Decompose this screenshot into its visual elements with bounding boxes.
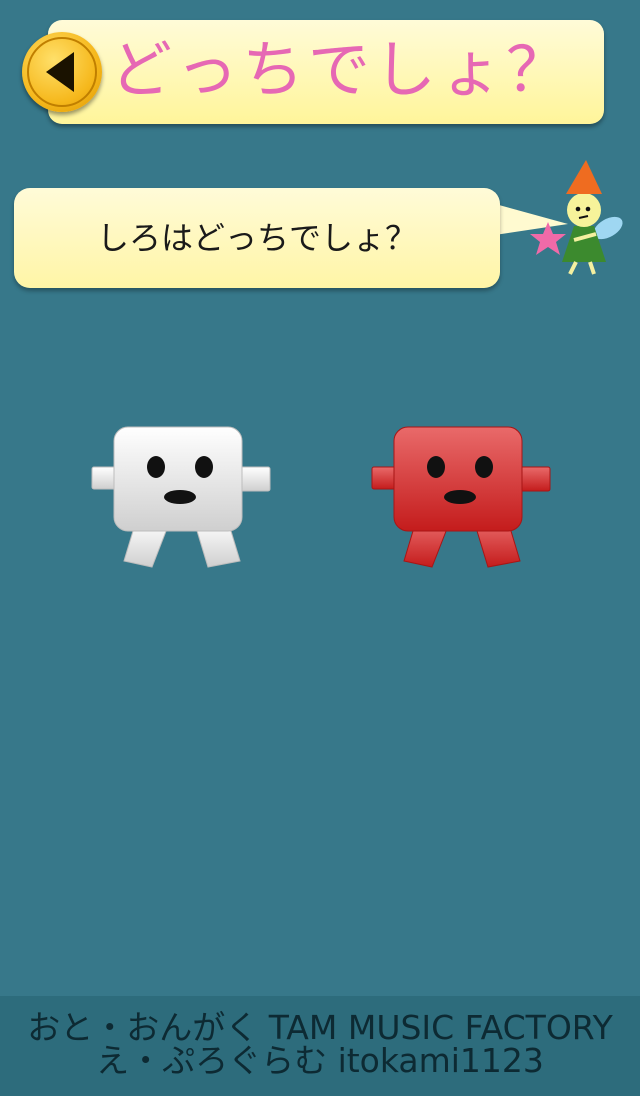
music-credit: おと・おんがく TAM MUSIC FACTORY (27, 1008, 613, 1047)
page-title: どっちでしょ？ (110, 33, 573, 106)
back-arrow-icon (27, 37, 97, 107)
back-button[interactable] (22, 32, 102, 112)
credits-panel: おと・おんがく TAM MUSIC FACTORY え・ぷろぐらむ itokam… (0, 996, 640, 1096)
red-character[interactable] (370, 425, 556, 575)
question-text: しろはどっちでしょ？ (96, 219, 417, 257)
fairy-icon (530, 160, 623, 275)
white-character[interactable] (90, 425, 276, 575)
art-credit: え・ぷろぐらむ itokami1123 (96, 1041, 544, 1080)
